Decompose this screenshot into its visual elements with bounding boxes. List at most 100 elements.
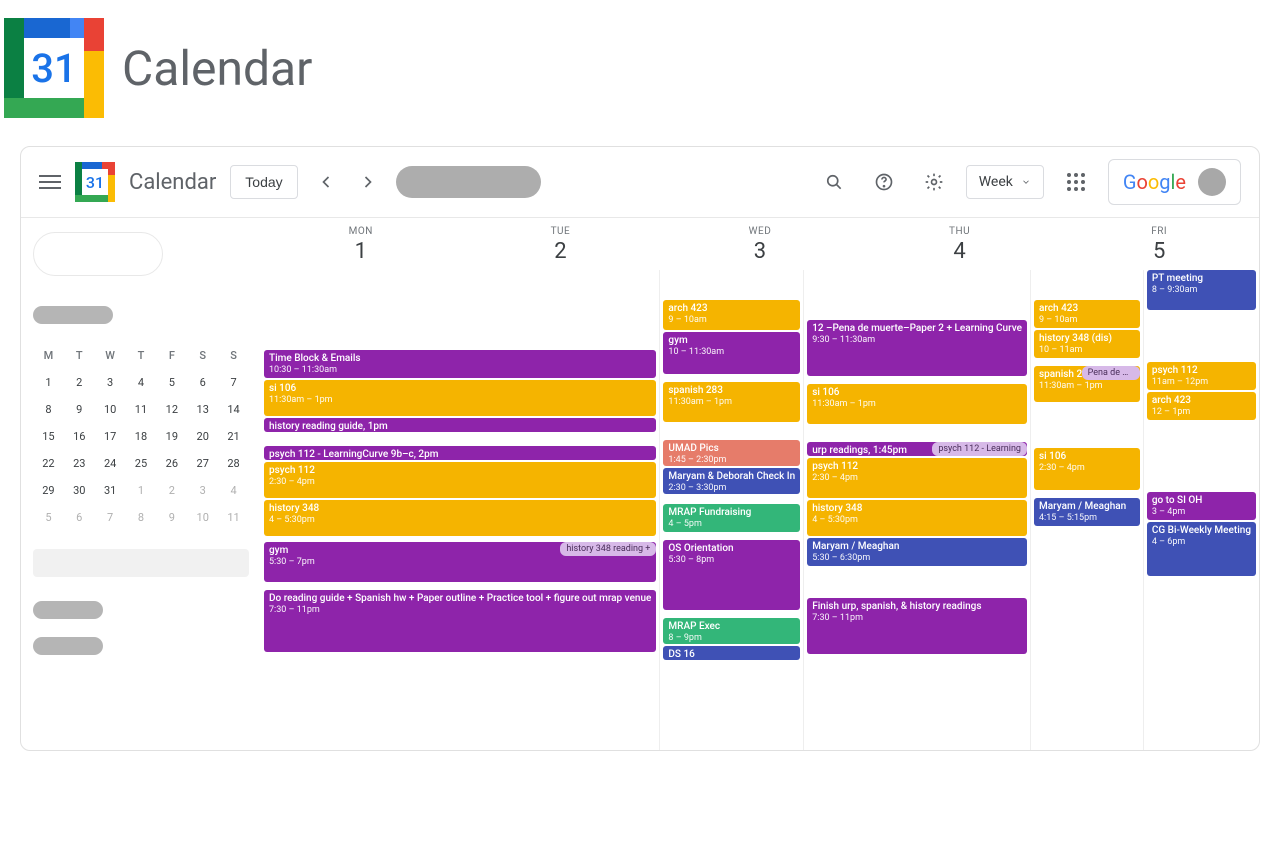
calendar-event[interactable]: Finish urp, spanish, & history readings7… bbox=[807, 598, 1027, 654]
calendar-event[interactable]: si 10611:30am – 1pm bbox=[807, 384, 1027, 424]
day-column[interactable]: arch 4239 – 10amhistory 348 (dis)10 – 11… bbox=[1030, 270, 1143, 750]
account-button[interactable]: Google bbox=[1108, 159, 1241, 205]
calendar-event[interactable]: arch 42312 – 1pm bbox=[1147, 392, 1256, 420]
calendar-event[interactable]: CG Bi-Weekly Meeting4 – 6pm bbox=[1147, 522, 1256, 576]
mini-day[interactable]: 21 bbox=[218, 423, 249, 450]
mini-day[interactable]: 18 bbox=[126, 423, 157, 450]
mini-day[interactable]: 4 bbox=[126, 369, 157, 396]
calendar-event[interactable]: Time Block & Emails10:30 – 11:30am bbox=[264, 350, 656, 378]
mini-day[interactable]: 10 bbox=[95, 396, 126, 423]
mini-day[interactable]: 9 bbox=[64, 396, 95, 423]
day-column[interactable]: arch 4239 – 10amgym10 – 11:30am spanish 2… bbox=[659, 270, 803, 750]
calendar-event[interactable]: history reading guide, 1pm bbox=[264, 418, 656, 432]
mini-day[interactable]: 31 bbox=[95, 477, 126, 504]
mini-day[interactable]: 8 bbox=[33, 396, 64, 423]
calendar-event[interactable]: Maryam / Meaghan4:15 – 5:15pm bbox=[1034, 498, 1140, 526]
mini-day[interactable]: 22 bbox=[33, 450, 64, 477]
mini-day[interactable]: 13 bbox=[187, 396, 218, 423]
event-chip[interactable]: psych 112 - Learning bbox=[932, 442, 1027, 456]
mini-day[interactable]: 20 bbox=[187, 423, 218, 450]
mini-day[interactable]: 29 bbox=[33, 477, 64, 504]
search-people-input[interactable] bbox=[33, 549, 249, 577]
mini-day[interactable]: 24 bbox=[95, 450, 126, 477]
calendar-event[interactable]: psych 1122:30 – 4pm bbox=[264, 462, 656, 498]
today-button[interactable]: Today bbox=[230, 165, 297, 199]
search-button[interactable] bbox=[816, 164, 852, 200]
calendar-event[interactable]: history 3484 – 5:30pm bbox=[807, 500, 1027, 536]
mini-day[interactable]: 23 bbox=[64, 450, 95, 477]
calendar-event[interactable]: si 10611:30am – 1pm bbox=[264, 380, 656, 416]
calendar-event[interactable]: MRAP Fundraising4 – 5pm bbox=[663, 504, 800, 532]
prev-week-button[interactable] bbox=[312, 168, 340, 196]
mini-day[interactable]: 25 bbox=[126, 450, 157, 477]
mini-day[interactable]: 30 bbox=[64, 477, 95, 504]
mini-day[interactable]: 11 bbox=[218, 504, 249, 531]
calendar-event[interactable]: psych 1122:30 – 4pm bbox=[807, 458, 1027, 498]
view-selector[interactable]: Week bbox=[966, 165, 1044, 199]
calendar-event[interactable]: go to SI OH3 – 4pm bbox=[1147, 492, 1256, 520]
calendar-event[interactable]: history 348 (dis)10 – 11am bbox=[1034, 330, 1140, 358]
mini-day[interactable]: 16 bbox=[64, 423, 95, 450]
mini-day[interactable]: 3 bbox=[95, 369, 126, 396]
mini-calendar[interactable]: MTWTFSS123456789101112131415161718192021… bbox=[33, 342, 249, 531]
calendar-event[interactable]: spanish 28311:30am – 1pm bbox=[663, 382, 800, 422]
mini-day[interactable]: 10 bbox=[187, 504, 218, 531]
mini-day[interactable]: 19 bbox=[156, 423, 187, 450]
calendar-event[interactable]: OS Orientation5:30 – 8pm bbox=[663, 540, 800, 610]
help-button[interactable] bbox=[866, 164, 902, 200]
calendar-event[interactable]: Maryam / Meaghan5:30 – 6:30pm bbox=[807, 538, 1027, 566]
event-chip[interactable]: history 348 reading + bbox=[560, 542, 656, 556]
mini-day[interactable]: 8 bbox=[126, 504, 157, 531]
calendar-event[interactable]: gym10 – 11:30am bbox=[663, 332, 800, 374]
mini-day[interactable]: 2 bbox=[64, 369, 95, 396]
mini-day[interactable]: 6 bbox=[64, 504, 95, 531]
mini-day[interactable]: 27 bbox=[187, 450, 218, 477]
day-header-num: 2 bbox=[461, 239, 661, 264]
calendar-event[interactable]: history 3484 – 5:30pm bbox=[264, 500, 656, 536]
day-column[interactable]: Time Block & Emails10:30 – 11:30amsi 106… bbox=[261, 270, 659, 750]
calendar-event[interactable]: Do reading guide + Spanish hw + Paper ou… bbox=[264, 590, 656, 652]
apps-button[interactable] bbox=[1058, 164, 1094, 200]
mini-day[interactable]: 6 bbox=[187, 369, 218, 396]
calendar-event[interactable]: 12 –Pena de muerte–Paper 2 + Learning Cu… bbox=[807, 320, 1027, 376]
calendar-event[interactable]: psych 112 - LearningCurve 9b–c, 2pm bbox=[264, 446, 656, 460]
mini-day[interactable]: 14 bbox=[218, 396, 249, 423]
mini-day[interactable]: 2 bbox=[156, 477, 187, 504]
mini-day[interactable]: 1 bbox=[33, 369, 64, 396]
mini-day[interactable]: 7 bbox=[218, 369, 249, 396]
calendar-event[interactable]: arch 4239 – 10am bbox=[663, 300, 800, 330]
calendar-event[interactable]: arch 4239 – 10am bbox=[1034, 300, 1140, 328]
calendar-event[interactable]: psych 11211am – 12pm bbox=[1147, 362, 1256, 390]
day-header[interactable]: FRI5 bbox=[1059, 218, 1259, 270]
calendar-event[interactable]: si 1062:30 – 4pm bbox=[1034, 448, 1140, 490]
calendar-event[interactable]: UMAD Pics1:45 – 2:30pm bbox=[663, 440, 800, 466]
mini-day[interactable]: 3 bbox=[187, 477, 218, 504]
mini-day[interactable]: 26 bbox=[156, 450, 187, 477]
next-week-button[interactable] bbox=[354, 168, 382, 196]
day-column[interactable]: 12 –Pena de muerte–Paper 2 + Learning Cu… bbox=[803, 270, 1030, 750]
day-header[interactable]: TUE2 bbox=[461, 218, 661, 270]
settings-button[interactable] bbox=[916, 164, 952, 200]
menu-icon[interactable] bbox=[39, 175, 61, 189]
mini-day[interactable]: 11 bbox=[126, 396, 157, 423]
mini-day[interactable]: 12 bbox=[156, 396, 187, 423]
day-column[interactable]: PT meeting8 – 9:30am psych 11211am – 12pm… bbox=[1143, 270, 1259, 750]
mini-day[interactable]: 4 bbox=[218, 477, 249, 504]
calendar-event[interactable]: PT meeting8 – 9:30am bbox=[1147, 270, 1256, 310]
mini-day[interactable]: 28 bbox=[218, 450, 249, 477]
calendar-event[interactable]: MRAP Exec8 – 9pm bbox=[663, 618, 800, 644]
event-chip[interactable]: Pena de muerte–Pap bbox=[1082, 366, 1140, 380]
mini-day[interactable]: 5 bbox=[33, 504, 64, 531]
day-header[interactable]: WED3 bbox=[660, 218, 860, 270]
mini-day[interactable]: 7 bbox=[95, 504, 126, 531]
mini-day[interactable]: 1 bbox=[126, 477, 157, 504]
mini-day[interactable]: 17 bbox=[95, 423, 126, 450]
mini-day[interactable]: 9 bbox=[156, 504, 187, 531]
day-header[interactable]: THU4 bbox=[860, 218, 1060, 270]
calendar-event[interactable]: DS 16 bbox=[663, 646, 800, 660]
mini-day[interactable]: 5 bbox=[156, 369, 187, 396]
calendar-event[interactable]: Maryam & Deborah Check In2:30 – 3:30pm bbox=[663, 468, 800, 494]
mini-day[interactable]: 15 bbox=[33, 423, 64, 450]
create-button[interactable] bbox=[33, 232, 163, 276]
day-header[interactable]: MON1 bbox=[261, 218, 461, 270]
